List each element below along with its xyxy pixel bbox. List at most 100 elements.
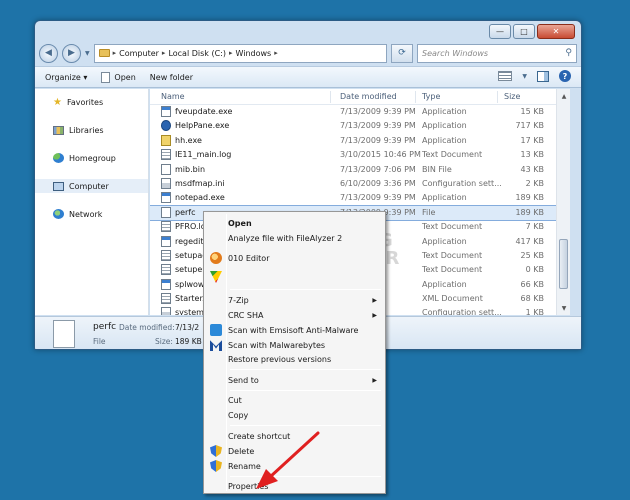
file-row[interactable]: mib.bin 7/13/2009 7:06 PM BIN File 43 KB — [150, 163, 570, 177]
menu-item-send-to[interactable]: Send to ▶ — [206, 373, 383, 387]
star-icon: ★ — [53, 96, 62, 108]
file-name: IE11_main.log — [175, 150, 232, 160]
column-header-date[interactable]: Date modified — [340, 92, 397, 101]
file-size: 17 KB — [520, 135, 544, 145]
submenu-arrow-icon: ▶ — [372, 296, 377, 304]
details-size-value: 189 KB — [175, 337, 202, 346]
scroll-up-icon[interactable]: ▲ — [557, 89, 570, 103]
file-row[interactable]: HelpPane.exe 7/13/2009 9:39 PM Application… — [150, 119, 570, 133]
file-exe-icon — [161, 192, 171, 204]
menu-item-7zip[interactable]: 7-Zip ▶ — [206, 293, 383, 307]
file-row[interactable]: notepad.exe 7/13/2009 9:39 PM Application 1… — [150, 191, 570, 205]
file-name-cell: perfc — [161, 206, 196, 218]
file-row[interactable]: IE11_main.log 3/10/2015 10:46 PM Text Docu… — [150, 148, 570, 162]
column-header-name[interactable]: Name — [161, 92, 185, 101]
nav-libraries[interactable]: Libraries — [35, 123, 148, 137]
file-name-cell: msdfmap.ini — [161, 177, 225, 189]
menu-item-emsisoft[interactable]: Scan with Emsisoft Anti-Malware — [206, 323, 383, 337]
file-exe-icon — [161, 235, 171, 247]
file-file-icon — [161, 206, 171, 218]
menu-item-cut[interactable]: Cut — [206, 393, 383, 407]
details-date-value: 7/13/2 — [175, 323, 200, 332]
open-button[interactable]: Open — [101, 71, 136, 83]
navigation-pane: ★ Favorites Libraries Homegroup Computer … — [35, 89, 149, 315]
menu-item-malwarebytes[interactable]: Scan with Malwarebytes — [206, 338, 383, 352]
vertical-scrollbar[interactable]: ▲ ▼ — [556, 89, 570, 315]
view-dropdown-icon[interactable]: ▼ — [522, 73, 527, 80]
search-placeholder: Search Windows — [422, 48, 489, 58]
menu-item-restore[interactable]: Restore previous versions — [206, 352, 383, 366]
new-folder-button[interactable]: New folder — [150, 73, 193, 82]
file-size: 66 KB — [520, 279, 544, 289]
column-header-type[interactable]: Type — [422, 92, 440, 101]
scrollbar-thumb[interactable] — [559, 239, 568, 289]
scroll-down-icon[interactable]: ▼ — [557, 301, 570, 315]
menu-cut-label: Cut — [228, 395, 242, 405]
file-size: 2 KB — [525, 178, 544, 188]
menu-item-010-editor[interactable]: 010 Editor — [206, 251, 383, 265]
minimize-button[interactable]: — — [489, 24, 511, 39]
file-exe-icon — [161, 106, 171, 117]
file-size: 13 KB — [520, 150, 544, 160]
breadcrumb-windows[interactable]: Windows — [235, 49, 271, 58]
forward-button[interactable]: ▶ — [62, 43, 81, 63]
file-type: XML Document — [422, 294, 483, 304]
history-dropdown-icon[interactable]: ▼ — [85, 50, 90, 57]
nav-computer[interactable]: Computer — [35, 179, 148, 193]
menu-open-label: Open — [228, 218, 252, 228]
breadcrumb-local-disk[interactable]: Local Disk (C:) — [168, 49, 226, 58]
menu-7zip-label: 7-Zip — [228, 295, 249, 305]
menu-item-analyze[interactable]: Analyze file with FileAlyzer 2 — [206, 231, 383, 245]
file-name-cell: mib.bin — [161, 163, 205, 175]
file-name-cell: fveupdate.exe — [161, 106, 232, 117]
refresh-button[interactable]: ⟳ — [391, 43, 413, 63]
breadcrumb-computer[interactable]: Computer — [119, 49, 159, 58]
search-box[interactable]: Search Windows ⚲ — [417, 43, 577, 63]
column-header-size[interactable]: Size — [504, 92, 520, 101]
preview-pane-icon[interactable] — [537, 70, 549, 82]
nav-network-label: Network — [69, 209, 103, 219]
command-bar: Organize ▾ Open New folder ▼ ? — [35, 66, 581, 88]
010-editor-icon — [210, 271, 222, 283]
breadcrumb-separator-icon[interactable]: ▸ — [113, 49, 117, 57]
file-row[interactable]: hh.exe 7/13/2009 9:39 PM Application 17 KB — [150, 134, 570, 148]
nav-favorites[interactable]: ★ Favorites — [35, 95, 148, 109]
file-file-icon — [161, 163, 171, 175]
menu-item-open[interactable]: Open — [206, 216, 383, 230]
help-icon[interactable]: ? — [559, 70, 571, 82]
address-bar[interactable]: ▸ Computer ▸ Local Disk (C:) ▸ Windows ▸ — [93, 43, 387, 63]
file-row[interactable]: fveupdate.exe 7/13/2009 9:39 PM Applicatio… — [150, 105, 570, 119]
breadcrumb-separator-icon[interactable]: ▸ — [274, 49, 278, 57]
menu-crc-label: CRC SHA — [228, 310, 264, 320]
homegroup-icon — [53, 153, 64, 163]
file-size: 43 KB — [520, 164, 544, 174]
details-size-label: Size: — [155, 337, 173, 346]
file-name: notepad.exe — [175, 193, 225, 203]
menu-item-crc-sha[interactable]: CRC SHA ▶ — [206, 308, 383, 322]
menu-item-blank[interactable] — [206, 270, 383, 284]
close-button[interactable]: ✕ — [537, 24, 575, 39]
nav-network[interactable]: Network — [35, 207, 148, 221]
file-log-icon — [161, 149, 171, 161]
menu-item-copy[interactable]: Copy — [206, 408, 383, 422]
breadcrumb-separator-icon[interactable]: ▸ — [162, 49, 166, 57]
file-txt-icon — [161, 293, 171, 305]
file-name: perfc — [175, 207, 196, 217]
file-size: 189 KB — [515, 193, 544, 203]
details-type: File — [93, 337, 106, 346]
file-type: Application — [422, 279, 467, 289]
nav-homegroup[interactable]: Homegroup — [35, 151, 148, 165]
file-ini-icon — [161, 177, 171, 189]
back-button[interactable]: ◀ — [39, 43, 58, 63]
search-icon: ⚲ — [565, 48, 572, 58]
maximize-button[interactable]: □ — [513, 24, 535, 39]
file-row[interactable]: msdfmap.ini 6/10/2009 3:36 PM Configuratio… — [150, 177, 570, 191]
window-controls: — □ ✕ — [489, 24, 575, 39]
annotation-arrow — [256, 431, 320, 489]
organize-button[interactable]: Organize ▾ — [45, 73, 87, 82]
file-type: Application — [422, 121, 467, 131]
breadcrumb-separator-icon[interactable]: ▸ — [229, 49, 233, 57]
file-name: msdfmap.ini — [175, 178, 225, 188]
file-type: Configuration sett... — [422, 308, 502, 315]
change-view-icon[interactable] — [498, 71, 513, 81]
